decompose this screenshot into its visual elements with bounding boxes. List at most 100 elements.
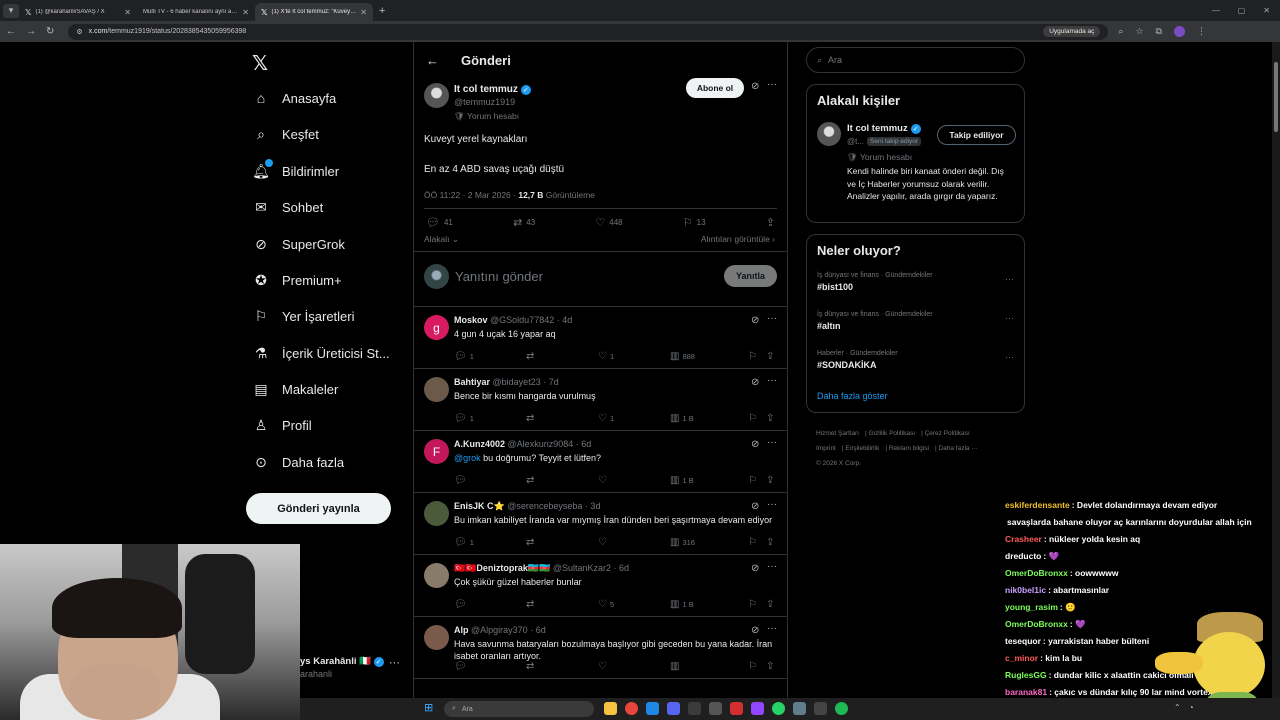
- bookmark-action[interactable]: ⚐ 13: [683, 216, 706, 229]
- account-switcher-name[interactable]: ys Karahânli 🇮🇹 ✓: [300, 656, 384, 667]
- nav-creator-studio[interactable]: ⚗ İçerik Üreticisi St...: [252, 338, 390, 368]
- browser-tab-2[interactable]: Multi TV - 6 haber kanalını aynı anda ✕: [137, 3, 255, 21]
- nav-bookmarks[interactable]: ⚐ Yer İşaretleri: [252, 301, 355, 331]
- browser-tab-3[interactable]: 𝕏 (1) X'te It col temmuz: "Kuveyt y ✕: [255, 3, 373, 21]
- reply-author-handle[interactable]: @Alexkunz9084: [508, 439, 574, 449]
- footer-link[interactable]: Reklam bilgisi: [889, 445, 929, 452]
- app-icon[interactable]: [793, 702, 806, 715]
- avatar[interactable]: [424, 563, 449, 588]
- back-icon[interactable]: ←: [6, 26, 16, 37]
- whatsapp-icon[interactable]: [772, 702, 785, 715]
- chat-username[interactable]: tesequor: [1005, 636, 1041, 646]
- zoom-icon[interactable]: ⌕: [1118, 26, 1123, 37]
- grok-icon[interactable]: ⊘: [751, 439, 759, 450]
- reply-author-handle[interactable]: @bidayet23: [493, 377, 541, 387]
- views-action[interactable]: ▥ 1 B: [670, 413, 748, 424]
- chat-username[interactable]: RuglesGG: [1005, 670, 1047, 680]
- open-in-app-button[interactable]: Uygulamada aç: [1043, 26, 1101, 37]
- url-field[interactable]: ⚙ x.com/temmuz1919/status/20283854350599…: [68, 23, 1109, 40]
- more-options-icon[interactable]: ···: [767, 313, 777, 324]
- reply-author-name[interactable]: Alp: [454, 625, 469, 635]
- bookmark-action[interactable]: ⚐: [748, 599, 766, 610]
- footer-link[interactable]: Gizlilik Politikası: [868, 430, 915, 437]
- nav-notifications[interactable]: 🔔︎ Bildirimler: [252, 156, 339, 186]
- like-action[interactable]: ♡: [598, 661, 670, 672]
- site-info-icon[interactable]: ⚙: [76, 28, 82, 36]
- grok-icon[interactable]: ⊘: [751, 315, 759, 326]
- browser-tab-1[interactable]: 𝕏 (1) @karahanli/SAVAŞ / X ✕: [19, 3, 137, 21]
- minimize-icon[interactable]: —: [1212, 6, 1220, 15]
- bookmark-action[interactable]: ⚐: [748, 475, 766, 486]
- like-action[interactable]: ♡: [598, 537, 670, 548]
- avatar[interactable]: [424, 377, 449, 402]
- trend-item[interactable]: İş dünyası ve finans · Gündemdekiler #bis…: [817, 272, 1014, 302]
- repost-action[interactable]: ⇄: [526, 599, 598, 610]
- footer-link[interactable]: Erişilebilirlik: [845, 445, 879, 452]
- post-author-name[interactable]: It col temmuz ✓: [454, 84, 531, 95]
- following-button[interactable]: Takip ediliyor: [937, 125, 1016, 145]
- bookmark-action[interactable]: ⚐: [748, 537, 766, 548]
- reply-action[interactable]: 💬︎: [454, 599, 526, 610]
- reply-action[interactable]: 💬︎ 1: [454, 537, 526, 548]
- views-action[interactable]: ▥: [670, 661, 748, 672]
- avatar[interactable]: [424, 83, 449, 108]
- chat-username[interactable]: dreducto: [1005, 551, 1041, 561]
- reply-item[interactable]: 🇹🇷🇹🇷Deniztoprak🇦🇿🇦🇿 @SultanKzar2 · 6d ⊘ …: [414, 555, 787, 617]
- bookmark-action[interactable]: ⚐: [748, 351, 766, 362]
- extensions-icon[interactable]: ⧉: [1156, 26, 1162, 37]
- account-more-icon[interactable]: ···: [389, 657, 400, 669]
- trend-item[interactable]: Haberler · Gündemdekiler #SONDAKİKA ···: [817, 350, 1014, 380]
- trend-item[interactable]: İş dünyası ve finans · Gündemdekiler #alt…: [817, 311, 1014, 341]
- footer-link[interactable]: Imprint: [816, 445, 836, 452]
- avatar[interactable]: [817, 122, 841, 146]
- grok-icon[interactable]: ⊘: [751, 81, 759, 92]
- more-options-icon[interactable]: ···: [767, 623, 777, 634]
- close-tab-icon[interactable]: ✕: [360, 8, 367, 17]
- reply-action[interactable]: 💬︎ 1: [454, 351, 526, 362]
- views-action[interactable]: ▥ 1 B: [670, 475, 748, 486]
- reply-author-handle[interactable]: @SultanKzar2: [553, 563, 611, 573]
- share-action[interactable]: ⇪: [766, 216, 775, 229]
- taskbar-search[interactable]: ⌕ Ara: [444, 701, 594, 717]
- nav-premium[interactable]: ✪ Premium+: [252, 265, 341, 295]
- star-icon[interactable]: ☆: [1135, 26, 1143, 37]
- more-options-icon[interactable]: ···: [767, 79, 777, 90]
- close-tab-icon[interactable]: ✕: [242, 8, 249, 17]
- bookmark-action[interactable]: ⚐: [748, 661, 766, 672]
- person-name[interactable]: It col temmuz ✓: [847, 123, 921, 134]
- reload-icon[interactable]: ↻: [46, 26, 54, 37]
- reply-author-handle[interactable]: @serencebeyseba: [507, 501, 582, 511]
- repost-action[interactable]: ⇄: [526, 537, 598, 548]
- repost-action[interactable]: ⇄ 43: [513, 216, 535, 229]
- back-arrow-icon[interactable]: ←: [426, 53, 439, 68]
- share-action[interactable]: ⇪: [766, 351, 774, 362]
- reply-author-name[interactable]: A.Kunz4002: [454, 439, 505, 449]
- nav-more[interactable]: ⊙ Daha fazla: [252, 447, 344, 477]
- views-action[interactable]: ▥ 1 B: [670, 599, 748, 610]
- reply-author-name[interactable]: Moskov: [454, 315, 488, 325]
- tray-chevron-icon[interactable]: ⌃: [1174, 703, 1181, 712]
- reply-item[interactable]: EnisJK C⭐ @serencebeyseba · 3d ⊘ ··· Bu …: [414, 493, 787, 555]
- like-action[interactable]: ♡ 448: [595, 216, 622, 229]
- views-action[interactable]: ▥ 888: [670, 351, 748, 362]
- chrome-icon[interactable]: [625, 702, 638, 715]
- more-options-icon[interactable]: ···: [767, 561, 777, 572]
- reply-action[interactable]: 💬︎ 41: [426, 216, 453, 229]
- close-window-icon[interactable]: ✕: [1263, 6, 1270, 15]
- maximize-icon[interactable]: ▢: [1238, 6, 1246, 15]
- store-icon[interactable]: [688, 702, 701, 715]
- new-tab-button[interactable]: +: [379, 5, 385, 17]
- related-sort-dropdown[interactable]: Alakalı ⌄: [424, 234, 459, 245]
- app-icon[interactable]: [730, 702, 743, 715]
- avatar[interactable]: [424, 625, 449, 650]
- repost-action[interactable]: ⇄: [526, 351, 598, 362]
- chat-username[interactable]: Crasheer: [1005, 534, 1042, 544]
- reply-author-handle[interactable]: @Alpgiray370: [471, 625, 528, 635]
- like-action[interactable]: ♡ 1: [598, 413, 670, 424]
- mention-link[interactable]: @grok: [454, 453, 481, 463]
- twitch-icon[interactable]: [751, 702, 764, 715]
- avatar[interactable]: F: [424, 439, 449, 464]
- reply-item[interactable]: Bahtiyar @bidayet23 · 7d ⊘ ··· Bence bir…: [414, 369, 787, 431]
- edge-icon[interactable]: [646, 702, 659, 715]
- like-action[interactable]: ♡ 5: [598, 599, 670, 610]
